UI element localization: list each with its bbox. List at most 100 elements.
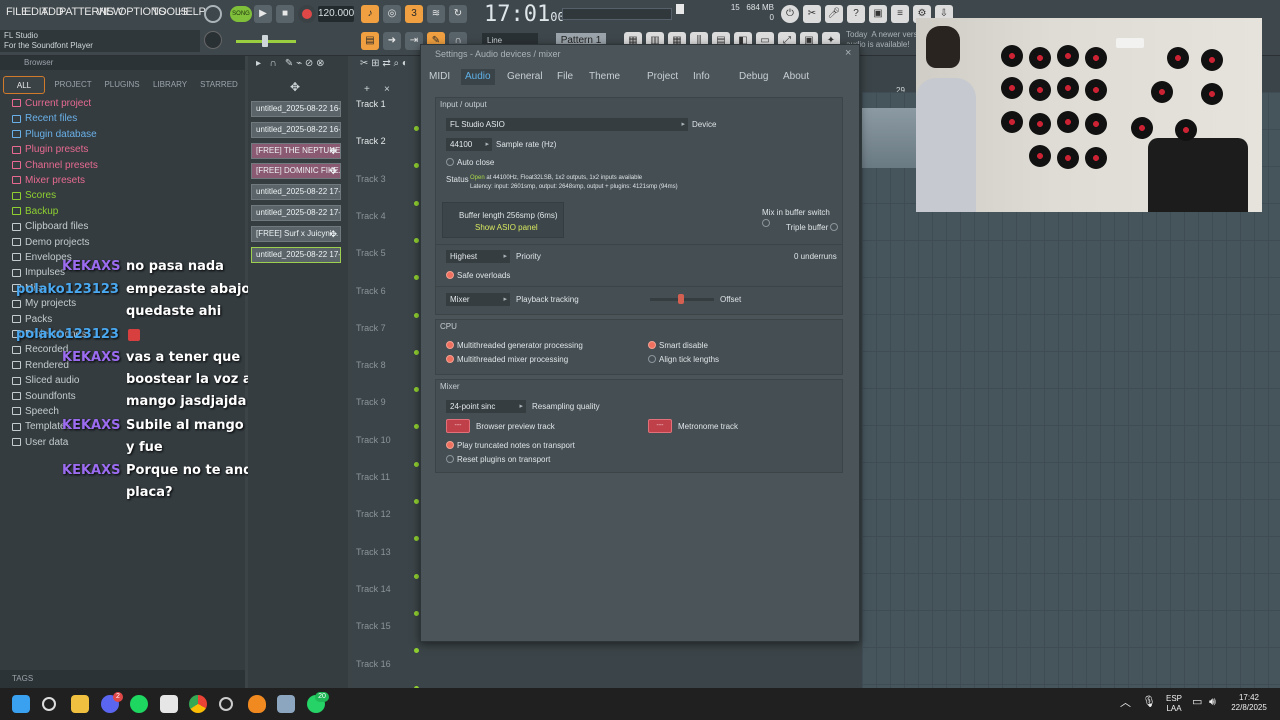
browser-item[interactable]: Speech xyxy=(12,404,59,419)
tab-about[interactable]: About xyxy=(779,69,813,85)
tab-general[interactable]: General xyxy=(503,69,547,85)
volume-icon[interactable]: 🔊︎ xyxy=(1209,697,1216,708)
mix-in-buffer-radio[interactable] xyxy=(762,219,770,227)
browser-tab-library[interactable]: LIBRARY xyxy=(148,76,192,94)
browser-item[interactable]: Clipboard files xyxy=(12,219,88,234)
offset-slider-handle[interactable] xyxy=(678,294,684,304)
browser-tab-all[interactable]: ALL xyxy=(3,76,45,94)
tab-file[interactable]: File xyxy=(553,69,577,85)
master-knob-icon[interactable] xyxy=(204,5,222,23)
multithreaded-mixer-radio[interactable] xyxy=(446,355,454,363)
track-label[interactable]: Track 4 xyxy=(356,211,418,221)
play-button[interactable]: ▶ xyxy=(254,5,272,23)
resampling-select[interactable]: 24-point sinc xyxy=(446,400,526,413)
browser-item[interactable]: Sliced audio xyxy=(12,373,79,388)
track-label[interactable]: Track 8 xyxy=(356,360,418,370)
reset-plugins-radio[interactable] xyxy=(446,455,454,463)
multithreaded-generator-option[interactable]: Multithreaded generator processing xyxy=(446,340,583,351)
master-volume-handle[interactable] xyxy=(262,35,268,47)
browser-item[interactable]: User data xyxy=(12,435,68,450)
track-label[interactable]: Track 6 xyxy=(356,286,418,296)
stop-button[interactable]: ■ xyxy=(276,5,294,23)
track-mute-indicator[interactable] xyxy=(414,163,419,169)
track-mute-indicator[interactable] xyxy=(414,424,419,430)
track-mute-indicator[interactable] xyxy=(414,237,419,243)
mixer-icon[interactable]: ≡ xyxy=(891,5,909,23)
keyboard-language[interactable]: ESP LAA xyxy=(1164,694,1184,714)
drag-handle-icon[interactable]: ✥ xyxy=(329,227,337,241)
fl-studio-icon[interactable] xyxy=(248,695,266,713)
brush-tool-icon[interactable]: ⌁ xyxy=(296,58,302,69)
track-label[interactable]: Track 2 xyxy=(356,136,418,146)
track-label[interactable]: Track 9 xyxy=(356,397,418,407)
pattern-item[interactable]: untitled_2025-08-22 17-... xyxy=(251,246,341,263)
browser-item[interactable]: Recent files xyxy=(12,111,77,126)
tags-bar[interactable]: TAGS xyxy=(0,670,245,688)
playback-tracking-select[interactable]: Mixer xyxy=(446,293,510,306)
pencil-tool-icon[interactable]: ✎ xyxy=(285,58,293,69)
search-icon[interactable] xyxy=(42,697,56,711)
browser-item[interactable]: Soundfonts xyxy=(12,389,76,404)
tray-microphone-icon[interactable]: 🎙︎ xyxy=(1142,697,1156,708)
device-select[interactable]: FL Studio ASIO xyxy=(446,118,688,131)
play-truncated-option[interactable]: Play truncated notes on transport xyxy=(446,440,575,451)
close-track-icon[interactable]: × xyxy=(384,84,390,95)
pattern-item[interactable]: [FREE] THE NEPTUNE... ✥ xyxy=(251,142,341,159)
pattern-item[interactable]: [FREE] DOMINIC FIKE... ✥ xyxy=(251,163,341,180)
spotify-icon[interactable] xyxy=(130,695,148,713)
sample-rate-select[interactable]: 44100 xyxy=(446,138,492,151)
browser-preview-track-button[interactable]: --- xyxy=(446,419,470,433)
microphone-icon[interactable]: 🎤︎ xyxy=(825,5,843,23)
align-tick-radio[interactable] xyxy=(648,355,656,363)
track-label[interactable]: Track 15 xyxy=(356,621,418,631)
pattern-item[interactable]: untitled_2025-08-22 17-... xyxy=(251,205,341,221)
tab-theme[interactable]: Theme xyxy=(585,69,624,85)
arrow-icon[interactable]: ➜ xyxy=(383,32,401,50)
settings-gear-icon[interactable] xyxy=(277,695,295,713)
multithreaded-generator-radio[interactable] xyxy=(446,341,454,349)
browser-item[interactable]: Channel presets xyxy=(12,158,98,173)
tray-chevron-icon[interactable]: ︿ xyxy=(1120,698,1131,709)
browser-item[interactable]: Current project xyxy=(12,96,91,111)
triple-buffer-radio[interactable] xyxy=(830,223,839,231)
browser-tab-plugins[interactable]: PLUGINS xyxy=(100,76,144,94)
browser-item[interactable]: Plugin database xyxy=(12,127,97,142)
track-mute-indicator[interactable] xyxy=(414,648,419,654)
track-mute-indicator[interactable] xyxy=(414,461,419,467)
browser-tab-starred[interactable]: STARRED xyxy=(196,76,242,94)
track-label[interactable]: Track 1 xyxy=(356,99,418,109)
browser-item[interactable]: Rendered xyxy=(12,358,69,373)
track-label[interactable]: Track 7 xyxy=(356,323,418,333)
network-icon[interactable]: ▭ xyxy=(1192,697,1202,708)
capcut-icon[interactable] xyxy=(160,695,178,713)
windows-start-icon[interactable] xyxy=(12,695,30,713)
pattern-item[interactable]: [FREE] Surf x Juicyni... ✥ xyxy=(251,225,341,242)
pattern-item[interactable]: untitled_2025-08-22 16-... xyxy=(251,121,341,138)
browser-tab-project[interactable]: PROJECT xyxy=(50,76,96,94)
tab-audio[interactable]: Audio xyxy=(461,69,495,85)
browser-item[interactable]: Mixer presets xyxy=(12,173,85,188)
track-label[interactable]: Track 16 xyxy=(356,659,418,669)
track-label[interactable]: Track 5 xyxy=(356,248,418,258)
song-pattern-toggle[interactable]: SONG xyxy=(230,6,252,22)
track-label[interactable]: Track 12 xyxy=(356,509,418,519)
mute-tool-icon[interactable]: ⊗ xyxy=(316,58,324,69)
obs-icon[interactable] xyxy=(219,697,233,711)
track-mute-indicator[interactable] xyxy=(414,573,419,579)
wait-input-icon[interactable]: ◎ xyxy=(383,5,401,23)
track-mute-indicator[interactable] xyxy=(414,200,419,206)
track-mute-indicator[interactable] xyxy=(414,499,419,504)
track-label[interactable]: Track 3 xyxy=(356,174,418,184)
priority-select[interactable]: Highest xyxy=(446,250,510,263)
track-label[interactable]: Track 13 xyxy=(356,547,418,557)
auto-close-radio[interactable] xyxy=(446,158,454,166)
power-icon[interactable]: ⏻ xyxy=(781,5,799,23)
cut-icon[interactable]: ✂ xyxy=(803,5,821,23)
blend-notes-icon[interactable]: ≋ xyxy=(427,5,445,23)
pattern-item[interactable]: untitled_2025-08-22 16-... xyxy=(251,101,341,117)
close-icon[interactable]: × xyxy=(845,47,851,59)
save-icon[interactable]: ▣ xyxy=(869,5,887,23)
track-mute-indicator[interactable] xyxy=(414,349,419,355)
reset-plugins-option[interactable]: Reset plugins on transport xyxy=(446,454,550,465)
track-mute-indicator[interactable] xyxy=(414,275,419,281)
